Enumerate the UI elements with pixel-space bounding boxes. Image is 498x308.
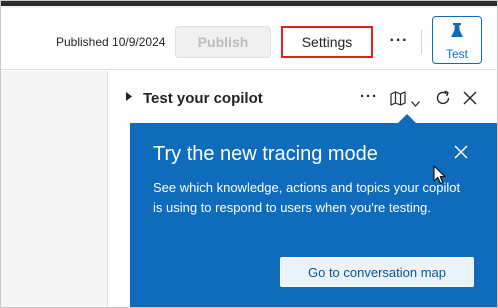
chevron-down-icon[interactable] [411,94,420,112]
callout-close-icon[interactable] [454,145,468,164]
callout-title: Try the new tracing mode [153,143,378,165]
callout-body: See which knowledge, actions and topics … [153,180,461,215]
refresh-icon[interactable] [435,90,451,111]
caret-right-icon[interactable] [126,92,132,103]
window-top-strip [0,0,498,8]
panel-title: Test your copilot [143,90,263,107]
go-to-conversation-map-button[interactable]: Go to conversation map [280,257,474,287]
mouse-pointer-icon [433,165,446,190]
map-icon[interactable] [390,91,406,111]
title-bar [0,0,498,6]
settings-button[interactable]: Settings [281,26,373,58]
toolbar-divider [421,30,422,54]
panel-more-button[interactable]: ··· [360,88,378,105]
test-button-label: Test [445,47,468,61]
tracing-mode-callout: Try the new tracing mode See which knowl… [130,123,498,308]
left-canvas-pane [0,71,108,308]
published-status: Published 10/9/2024 [56,35,166,49]
close-icon[interactable] [463,91,477,110]
test-panel-header: Test your copilot ··· [118,84,490,114]
top-toolbar: Published 10/9/2024 Publish Settings ···… [0,8,498,70]
flask-icon [450,23,464,44]
more-options-button[interactable]: ··· [386,28,412,54]
test-button[interactable]: Test [432,16,482,64]
publish-button[interactable]: Publish [175,26,271,58]
